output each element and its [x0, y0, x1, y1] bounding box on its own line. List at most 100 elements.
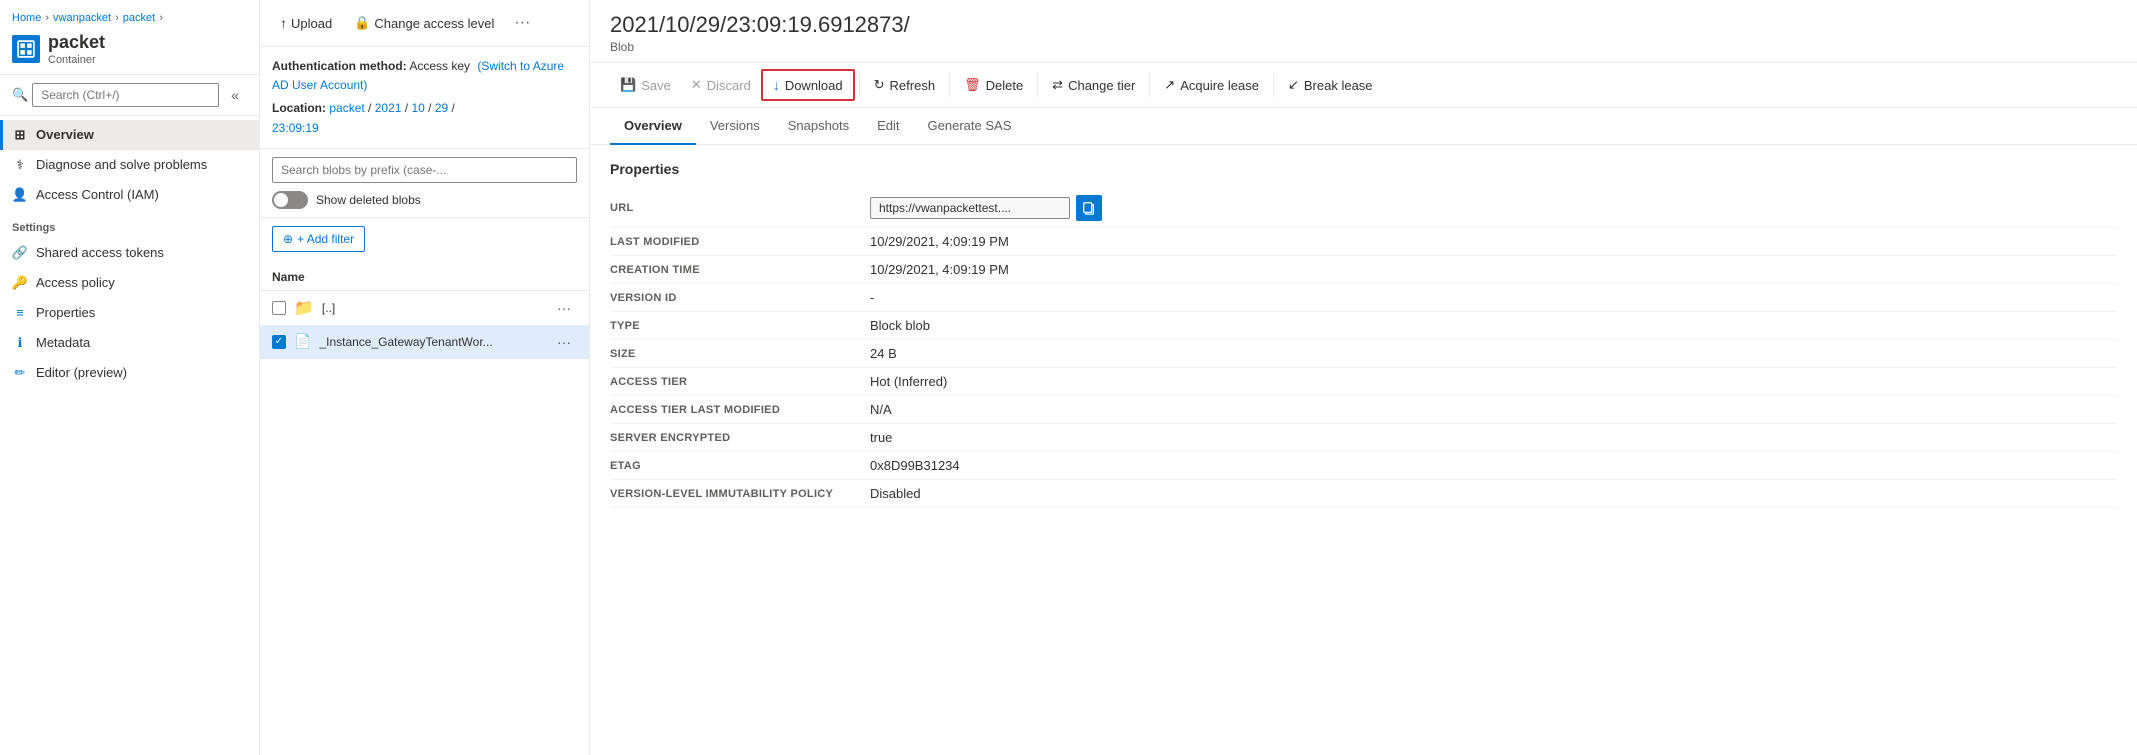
prop-key-etag: ETAG: [610, 460, 870, 472]
prop-row-version-id: VERSION ID -: [610, 284, 2117, 312]
file-name-blob1: _Instance_GatewayTenantWor...: [319, 335, 543, 349]
prop-val-access-tier-modified: N/A: [870, 402, 2117, 417]
refresh-button[interactable]: ↻ Refresh: [864, 71, 945, 99]
prop-val-creation-time: 10/29/2021, 4:09:19 PM: [870, 262, 2117, 277]
sidebar-item-label-access-policy: Access policy: [36, 275, 115, 290]
people-icon: 👤: [12, 187, 28, 203]
delete-button[interactable]: 🗑 Delete: [954, 71, 1033, 99]
tab-overview[interactable]: Overview: [610, 108, 696, 145]
properties-title: Properties: [610, 161, 2117, 177]
prop-key-access-tier: ACCESS TIER: [610, 376, 870, 388]
prop-key-type: TYPE: [610, 320, 870, 332]
change-access-label: Change access level: [374, 16, 494, 31]
sidebar-item-iam[interactable]: 👤 Access Control (IAM): [0, 180, 259, 210]
toolbar-separator-3: [1037, 73, 1038, 97]
lock-icon: 🔒: [354, 15, 370, 31]
prop-key-url: URL: [610, 202, 870, 214]
breadcrumb-home[interactable]: Home: [12, 12, 41, 24]
file-checkbox-parent[interactable]: [272, 301, 286, 315]
sidebar-header: Home › vwanpacket › packet › packet Cont…: [0, 0, 259, 75]
sidebar-item-label-editor: Editor (preview): [36, 365, 127, 380]
save-button[interactable]: 💾 Save: [610, 71, 681, 99]
prop-row-access-tier-modified: ACCESS TIER LAST MODIFIED N/A: [610, 396, 2117, 424]
container-svg: [17, 40, 35, 58]
middle-more-button[interactable]: ···: [508, 10, 536, 36]
sidebar-item-overview[interactable]: ⊞ Overview: [0, 120, 259, 150]
tab-edit[interactable]: Edit: [863, 108, 913, 145]
add-filter-button[interactable]: ⊕ + Add filter: [272, 226, 365, 252]
file-item-parent[interactable]: 📁 [..] ···: [260, 291, 589, 325]
tab-generate-sas[interactable]: Generate SAS: [914, 108, 1026, 145]
sidebar-item-label-metadata: Metadata: [36, 335, 90, 350]
link-icon: 🔗: [12, 245, 28, 261]
location-10[interactable]: 10: [411, 101, 424, 115]
sidebar-item-access-policy[interactable]: 🔑 Access policy: [0, 268, 259, 298]
upload-icon: ↑: [280, 15, 287, 31]
refresh-icon: ↻: [874, 77, 885, 93]
auth-label: Authentication method:: [272, 59, 407, 73]
prop-val-url: https://vwanpackettest....: [870, 195, 2117, 221]
file-more-blob1[interactable]: ···: [551, 332, 577, 352]
page-subtitle: Container: [48, 54, 105, 66]
tab-versions[interactable]: Versions: [696, 108, 774, 145]
change-access-button[interactable]: 🔒 Change access level: [346, 10, 502, 36]
location-packet[interactable]: packet: [329, 101, 364, 115]
download-label: Download: [785, 78, 843, 93]
discard-button[interactable]: ✕ Discard: [681, 71, 761, 99]
grid-icon: ⊞: [12, 127, 28, 143]
middle-info: Authentication method: Access key (Switc…: [260, 47, 589, 149]
breadcrumb-packet[interactable]: packet: [123, 12, 155, 24]
show-deleted-toggle[interactable]: [272, 191, 308, 209]
acquire-lease-button[interactable]: ↗ Acquire lease: [1154, 71, 1269, 99]
sidebar: Home › vwanpacket › packet › packet Cont…: [0, 0, 260, 755]
discard-label: Discard: [707, 78, 751, 93]
middle-search: Show deleted blobs: [260, 149, 589, 218]
upload-button[interactable]: ↑ Upload: [272, 10, 340, 36]
sidebar-item-properties[interactable]: ≡ Properties: [0, 298, 259, 328]
prop-row-size: SIZE 24 B: [610, 340, 2117, 368]
file-list: Name 📁 [..] ··· 📄 _Instance_GatewayTenan…: [260, 260, 589, 755]
blob-search-input[interactable]: [272, 157, 577, 183]
breadcrumb-vwanpacket[interactable]: vwanpacket: [53, 12, 111, 24]
break-lease-button[interactable]: ↙ Break lease: [1278, 71, 1383, 99]
settings-section-label: Settings: [0, 210, 259, 238]
prop-key-immutability: VERSION-LEVEL IMMUTABILITY POLICY: [610, 488, 870, 500]
location-2021[interactable]: 2021: [375, 101, 402, 115]
location-time[interactable]: 23:09:19: [272, 121, 319, 135]
upload-label: Upload: [291, 16, 332, 31]
change-tier-button[interactable]: ⇄ Change tier: [1042, 71, 1145, 99]
breadcrumb: Home › vwanpacket › packet ›: [12, 12, 247, 24]
file-name-parent: [..]: [322, 301, 543, 315]
download-button[interactable]: ↓ Download: [761, 69, 855, 101]
prop-val-size: 24 B: [870, 346, 2117, 361]
sidebar-item-editor[interactable]: ✏ Editor (preview): [0, 358, 259, 388]
tab-snapshots[interactable]: Snapshots: [774, 108, 863, 145]
toggle-row: Show deleted blobs: [272, 191, 577, 209]
location-29[interactable]: 29: [435, 101, 448, 115]
file-item-blob1[interactable]: 📄 _Instance_GatewayTenantWor... ···: [260, 325, 589, 359]
prop-row-etag: ETAG 0x8D99B31234: [610, 452, 2117, 480]
right-pane: 2021/10/29/23:09:19.6912873/ Blob 💾 Save…: [590, 0, 2137, 755]
middle-pane: ↑ Upload 🔒 Change access level ··· Authe…: [260, 0, 590, 755]
copy-url-button[interactable]: [1076, 195, 1102, 221]
save-label: Save: [641, 78, 671, 93]
sidebar-item-label-diagnose: Diagnose and solve problems: [36, 157, 207, 172]
location-row: Location: packet / 2021 / 10 / 29 /: [272, 99, 577, 118]
url-value: https://vwanpackettest....: [870, 197, 1070, 219]
file-checkbox-blob1[interactable]: [272, 335, 286, 349]
sidebar-item-metadata[interactable]: ℹ Metadata: [0, 328, 259, 358]
search-input[interactable]: [32, 83, 219, 107]
file-list-header: Name: [260, 264, 589, 291]
container-icon: [12, 35, 40, 63]
sidebar-item-diagnose[interactable]: ⚕ Diagnose and solve problems: [0, 150, 259, 180]
change-tier-label: Change tier: [1068, 78, 1135, 93]
prop-val-type: Block blob: [870, 318, 2117, 333]
acquire-lease-label: Acquire lease: [1180, 78, 1259, 93]
sidebar-item-shared-tokens[interactable]: 🔗 Shared access tokens: [0, 238, 259, 268]
file-more-parent[interactable]: ···: [551, 298, 577, 318]
sidebar-item-label-shared-tokens: Shared access tokens: [36, 245, 164, 260]
prop-key-size: SIZE: [610, 348, 870, 360]
sidebar-nav: ⊞ Overview ⚕ Diagnose and solve problems…: [0, 116, 259, 755]
collapse-sidebar-button[interactable]: «: [223, 83, 247, 107]
edit-icon: ✏: [12, 365, 28, 381]
